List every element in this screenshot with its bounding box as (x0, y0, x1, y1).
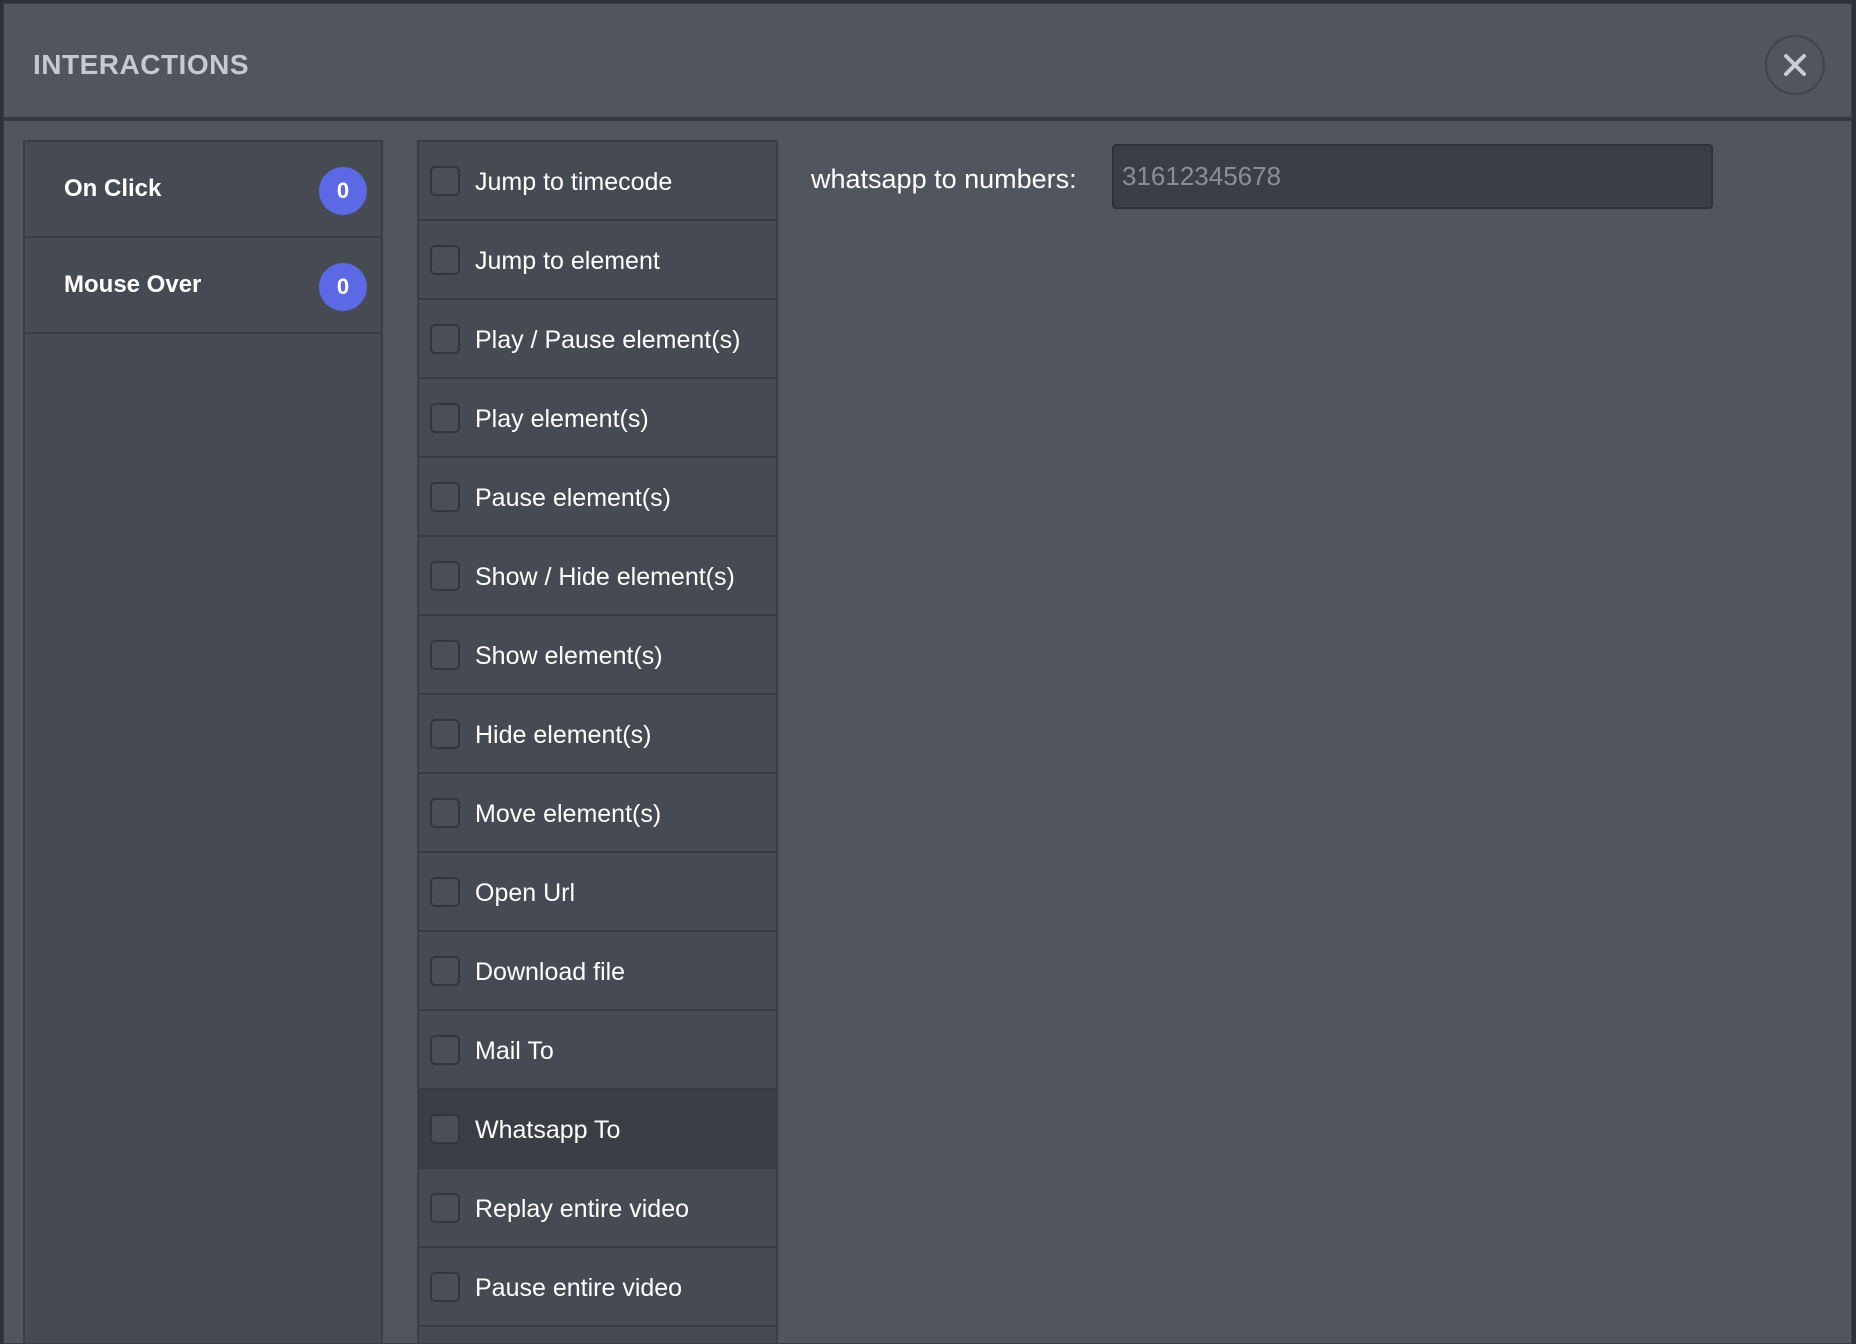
trigger-label: Mouse Over (64, 271, 202, 298)
checkbox[interactable] (430, 1114, 460, 1144)
whatsapp-numbers-input[interactable] (1112, 144, 1713, 209)
action-item-jump-to-element[interactable]: Jump to element (419, 221, 776, 300)
action-label: Jump to element (475, 247, 660, 275)
checkbox[interactable] (430, 482, 460, 512)
action-label: Jump to timecode (475, 168, 673, 196)
action-item-open-url[interactable]: Open Url (419, 853, 776, 932)
action-label: Pause element(s) (475, 484, 671, 512)
action-item-mail-to[interactable]: Mail To (419, 1011, 776, 1090)
close-icon (1784, 54, 1806, 76)
count-badge: 0 (319, 263, 367, 311)
action-item-jump-to-timecode[interactable]: Jump to timecode (419, 142, 776, 221)
action-label: Replay entire video (475, 1195, 690, 1223)
checkbox[interactable] (430, 640, 460, 670)
whatsapp-numbers-label: whatsapp to numbers: (811, 164, 1077, 194)
action-label: Whatsapp To (475, 1116, 621, 1144)
checkbox[interactable] (430, 1193, 460, 1223)
action-item-show-elements[interactable]: Show element(s) (419, 616, 776, 695)
action-label: Show element(s) (475, 642, 663, 670)
count-badge: 0 (319, 167, 367, 215)
dialog-title: INTERACTIONS (33, 49, 249, 80)
action-item-replay-entire-video[interactable]: Replay entire video (419, 1169, 776, 1248)
action-label: Move element(s) (475, 800, 662, 828)
dialog-header: INTERACTIONS (4, 4, 1851, 121)
checkbox[interactable] (430, 403, 460, 433)
action-item-whatsapp-to[interactable]: Whatsapp To (419, 1090, 776, 1169)
trigger-list: On Click 0 Mouse Over 0 (23, 140, 383, 1343)
checkbox[interactable] (430, 245, 460, 275)
interactions-dialog: INTERACTIONS On Click 0 Mouse Over 0 Jum… (3, 3, 1852, 1344)
checkbox[interactable] (430, 719, 460, 749)
checkbox[interactable] (430, 798, 460, 828)
trigger-item-on-click[interactable]: On Click 0 (25, 142, 381, 238)
action-item-show-hide-elements[interactable]: Show / Hide element(s) (419, 537, 776, 616)
checkbox[interactable] (430, 956, 460, 986)
action-item-play-pause-elements[interactable]: Play / Pause element(s) (419, 300, 776, 379)
action-item-pause-elements[interactable]: Pause element(s) (419, 458, 776, 537)
action-label: Hide element(s) (475, 721, 652, 749)
action-item-download-file[interactable]: Download file (419, 932, 776, 1011)
action-list: Jump to timecode Jump to element Play / … (417, 140, 778, 1343)
action-item-pause-entire-video[interactable]: Pause entire video (419, 1248, 776, 1327)
action-label: Open Url (475, 879, 576, 907)
action-label: Play / Pause element(s) (475, 326, 741, 354)
close-button[interactable] (1765, 35, 1825, 95)
checkbox[interactable] (430, 166, 460, 196)
checkbox[interactable] (430, 324, 460, 354)
action-item-move-elements[interactable]: Move element(s) (419, 774, 776, 853)
action-item-hide-elements[interactable]: Hide element(s) (419, 695, 776, 774)
action-label: Pause entire video (475, 1274, 683, 1302)
action-label: Play element(s) (475, 405, 649, 433)
trigger-label: On Click (64, 175, 162, 202)
trigger-item-mouse-over[interactable]: Mouse Over 0 (25, 238, 381, 334)
checkbox[interactable] (430, 1272, 460, 1302)
action-label: Download file (475, 958, 626, 986)
checkbox[interactable] (430, 877, 460, 907)
action-item-play-elements[interactable]: Play element(s) (419, 379, 776, 458)
action-label: Mail To (475, 1037, 554, 1065)
action-label: Show / Hide element(s) (475, 563, 735, 591)
checkbox[interactable] (430, 561, 460, 591)
checkbox[interactable] (430, 1035, 460, 1065)
